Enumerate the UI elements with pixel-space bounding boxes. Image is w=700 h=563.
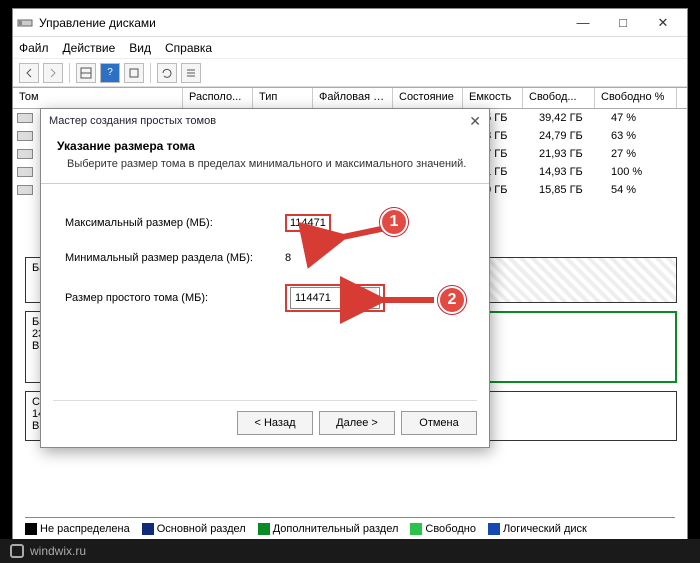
disk-icon: [17, 185, 33, 195]
disk-icon: [17, 149, 33, 159]
wizard-titlebar[interactable]: Мастер создания простых томов ✕: [41, 109, 489, 133]
disk-icon: [17, 167, 33, 177]
volume-size-label: Размер простого тома (МБ):: [65, 292, 285, 304]
wizard-heading: Указание размера тома: [57, 139, 473, 153]
site-icon: [10, 544, 24, 558]
forward-button[interactable]: [43, 63, 63, 83]
wizard-body: Максимальный размер (МБ): 114471 Минимал…: [41, 184, 489, 344]
disk-icon: [17, 131, 33, 141]
wizard-buttons: < Назад Далее > Отмена: [53, 400, 477, 435]
volume-size-input-wrap: ▲ ▼: [290, 287, 380, 309]
min-size-value: 8: [285, 252, 365, 264]
max-size-value: 114471: [290, 217, 326, 229]
close-button[interactable]: ✕: [643, 10, 683, 36]
th-type[interactable]: Тип: [253, 88, 313, 108]
th-volume[interactable]: Том: [13, 88, 183, 108]
minimize-button[interactable]: —: [563, 10, 603, 36]
app-icon: [17, 15, 33, 31]
th-free[interactable]: Свобод...: [523, 88, 595, 108]
list-button[interactable]: [181, 63, 201, 83]
disk-icon: [17, 113, 33, 123]
back-button[interactable]: [19, 63, 39, 83]
legend: Не распределена Основной раздел Дополнит…: [25, 517, 675, 537]
th-fs[interactable]: Файловая с...: [313, 88, 393, 108]
callout-2: 2: [438, 286, 466, 314]
titlebar[interactable]: Управление дисками — □ ✕: [13, 9, 687, 37]
arrow-2-icon: [370, 288, 440, 317]
menubar: Файл Действие Вид Справка: [13, 37, 687, 59]
view-button[interactable]: [76, 63, 96, 83]
help-button[interactable]: ?: [100, 63, 120, 83]
legend-unallocated: Не распределена: [25, 523, 130, 535]
th-freepct[interactable]: Свободно %: [595, 88, 677, 108]
th-capacity[interactable]: Емкость: [463, 88, 523, 108]
th-layout[interactable]: Располо...: [183, 88, 253, 108]
legend-free: Свободно: [410, 523, 476, 535]
volume-size-input[interactable]: [291, 289, 359, 307]
back-button[interactable]: < Назад: [237, 411, 313, 435]
legend-extended: Дополнительный раздел: [258, 523, 399, 535]
th-status[interactable]: Состояние: [393, 88, 463, 108]
properties-button[interactable]: [124, 63, 144, 83]
wizard-header: Указание размера тома Выберите размер то…: [41, 133, 489, 184]
separator: [150, 63, 151, 83]
separator: [69, 63, 70, 83]
next-button[interactable]: Далее >: [319, 411, 395, 435]
toolbar: ?: [13, 59, 687, 87]
menu-view[interactable]: Вид: [129, 41, 151, 55]
menu-action[interactable]: Действие: [63, 41, 116, 55]
wizard-title: Мастер создания простых томов: [49, 115, 216, 127]
menu-file[interactable]: Файл: [19, 41, 49, 55]
min-size-label: Минимальный размер раздела (МБ):: [65, 252, 285, 264]
legend-primary: Основной раздел: [142, 523, 246, 535]
maximize-button[interactable]: □: [603, 10, 643, 36]
simple-volume-wizard: Мастер создания простых томов ✕ Указание…: [40, 108, 490, 448]
max-size-label: Максимальный размер (МБ):: [65, 217, 285, 229]
volume-table-header: Том Располо... Тип Файловая с... Состоян…: [13, 87, 687, 109]
legend-logical: Логический диск: [488, 523, 587, 535]
refresh-button[interactable]: [157, 63, 177, 83]
cancel-button[interactable]: Отмена: [401, 411, 477, 435]
window-title: Управление дисками: [39, 16, 563, 30]
menu-help[interactable]: Справка: [165, 41, 212, 55]
wizard-close-button[interactable]: ✕: [469, 113, 481, 130]
footer-bar: windwix.ru: [0, 539, 700, 563]
site-label: windwix.ru: [30, 544, 86, 558]
wizard-subheading: Выберите размер тома в пределах минималь…: [57, 157, 473, 171]
callout-1: 1: [380, 208, 408, 236]
